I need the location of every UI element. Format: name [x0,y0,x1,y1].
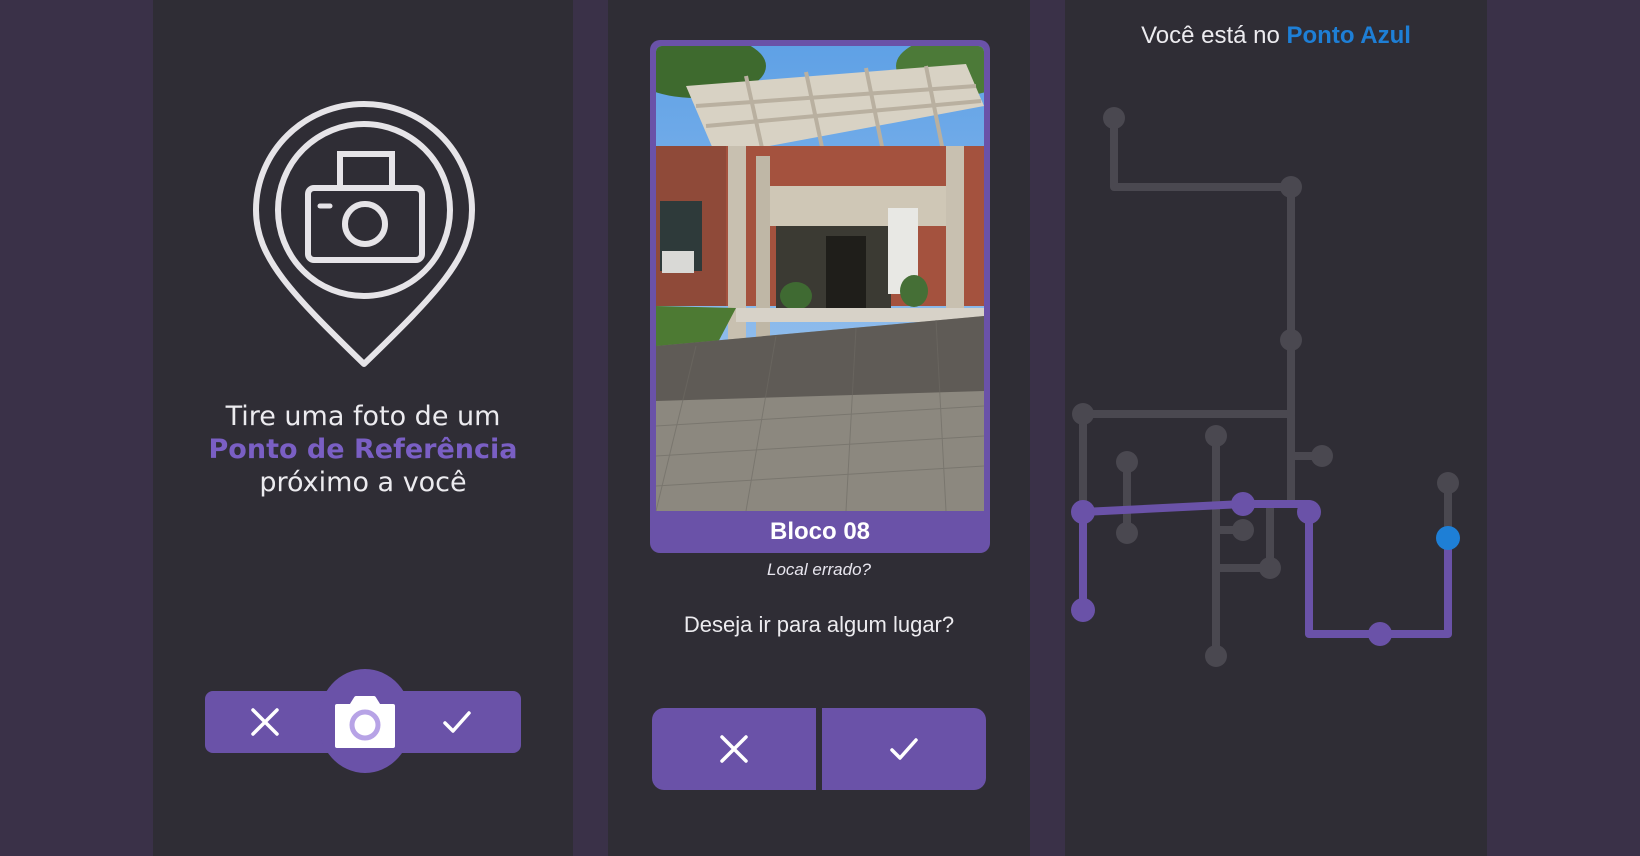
check-icon [890,738,918,760]
camera-location-pin-icon [253,101,475,367]
route-map[interactable] [1065,0,1487,856]
landmark-photo [656,46,984,511]
destination-question: Deseja ir para algum lugar? [683,612,955,637]
route-map-screen: Você está no Ponto Azul [1065,0,1487,856]
confirm-button[interactable] [437,702,477,742]
instruction-highlight: Ponto de Referência [208,434,518,465]
camera-icon [335,696,395,748]
close-icon [251,708,279,736]
instruction-text: Tire uma foto de um [225,401,501,432]
photo-card: Bloco 08 [650,40,990,553]
instruction-text-end: próximo a você [259,467,467,498]
wrong-location-link[interactable]: Local errado? [608,560,1030,580]
yes-button[interactable] [822,708,986,790]
cancel-button[interactable] [245,702,285,742]
take-photo-screen: Tire uma foto de um Ponto de Referência … [153,0,573,856]
photo-result-screen: Bloco 08 Local errado? Deseja ir para al… [608,0,1030,856]
no-button[interactable] [652,708,816,790]
check-icon [443,711,471,733]
camera-button[interactable] [318,669,412,773]
photo-caption: Bloco 08 [769,518,871,545]
current-location-marker [1436,526,1460,550]
close-icon [720,735,748,763]
